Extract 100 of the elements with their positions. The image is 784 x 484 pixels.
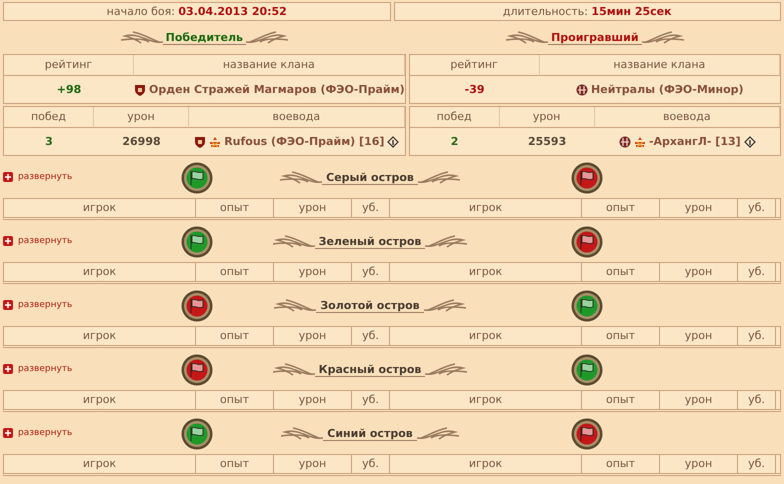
column-header: урон [274, 327, 352, 345]
emblem-icon [618, 136, 631, 148]
ornament-drawing [416, 426, 461, 442]
column-header: игрок [390, 263, 582, 281]
column-header: опыт [582, 263, 660, 281]
expand-link[interactable]: развернуть [3, 364, 72, 374]
plus-icon[interactable] [3, 236, 13, 246]
column-header: воевода [594, 107, 780, 128]
column-header: уб. [352, 455, 390, 473]
column-header: рейтинг [410, 55, 540, 76]
column-header: игрок [4, 391, 196, 409]
damage-value: 26998 [122, 135, 161, 148]
column-header: опыт [582, 199, 660, 217]
column-header: побед [410, 107, 500, 128]
column-header: опыт [196, 391, 274, 409]
column-header: урон [274, 391, 352, 409]
shield-icon [134, 84, 146, 96]
column-header: урон [660, 199, 738, 217]
ornament-drawing [425, 234, 470, 250]
column-header: воевода [189, 107, 405, 128]
emblem-icon [576, 84, 588, 96]
clan-name: Нейтралы (ФЭО-Минор) [591, 83, 744, 96]
ornament-drawing [425, 362, 470, 378]
ornament-drawing [278, 170, 322, 186]
column-header: игрок [4, 455, 196, 473]
column-header: опыт [196, 455, 274, 473]
column-header: уб. [738, 391, 776, 409]
column-header: опыт [196, 327, 274, 345]
column-header: урон [660, 327, 738, 345]
rating-value: +98 [56, 83, 82, 96]
column-header: игрок [390, 199, 582, 217]
column-header: побед [4, 107, 94, 128]
ornament-drawing [504, 30, 548, 46]
column-header: игрок [390, 391, 582, 409]
column-header: уб. [738, 263, 776, 281]
wins-value: 2 [450, 135, 458, 148]
column-header: рейтинг [4, 55, 134, 76]
expand-link[interactable]: развернуть [3, 428, 72, 438]
column-header: опыт [582, 327, 660, 345]
ornament-drawing [418, 170, 462, 186]
rating-value: -39 [464, 83, 485, 96]
damage-value: 25593 [528, 135, 566, 148]
column-header: опыт [582, 455, 660, 473]
result-title: Победитель [162, 30, 246, 44]
battle-duration-text: длительность: 15мин 25сек [394, 2, 781, 21]
column-header: урон [660, 263, 738, 281]
expand-link[interactable]: развернуть [3, 236, 72, 246]
column-header: игрок [390, 327, 582, 345]
column-header: урон [660, 455, 738, 473]
island-title: Синий остров [323, 427, 417, 441]
column-header: урон [94, 107, 189, 128]
column-header: уб. [738, 327, 776, 345]
island-title: Серый остров [322, 171, 418, 185]
column-header: уб. [352, 327, 390, 345]
column-header: игрок [4, 263, 196, 281]
column-header: название клана [540, 55, 780, 76]
expand-link[interactable]: развернуть [3, 300, 72, 310]
ornament-drawing [279, 426, 324, 442]
ornament-drawing [118, 30, 163, 46]
wins-value: 3 [45, 135, 53, 148]
ornament-drawing [270, 234, 315, 250]
column-header: урон [274, 199, 352, 217]
column-header: урон [274, 455, 352, 473]
column-header: уб. [352, 263, 390, 281]
column-header: уб. [352, 391, 390, 409]
ornament-drawing [270, 362, 315, 378]
column-header: опыт [582, 391, 660, 409]
leader-name: -АрхангЛ- [13] [648, 135, 741, 148]
plus-icon[interactable] [3, 172, 13, 182]
column-header: урон [500, 107, 595, 128]
shield-icon [194, 136, 206, 148]
ornament-drawing [642, 30, 686, 46]
column-header: игрок [390, 455, 582, 473]
island-title: Зеленый остров [314, 235, 426, 249]
island-title: Золотой остров [316, 299, 424, 313]
column-header: уб. [738, 455, 776, 473]
plus-icon[interactable] [3, 300, 13, 310]
ornament-drawing [246, 30, 290, 46]
clan-name: Орден Стражей Магмаров (ФЭО-Прайм) [149, 83, 405, 96]
leader-name: Rufous (ФЭО-Прайм) [16] [224, 135, 384, 148]
column-header: название клана [134, 55, 405, 76]
battle-start-text: начало боя: 03.04.2013 20:52 [3, 2, 390, 21]
plus-icon[interactable] [3, 428, 13, 438]
column-header: игрок [4, 199, 196, 217]
column-header: урон [660, 391, 738, 409]
column-header: уб. [738, 199, 776, 217]
info-icon[interactable] [387, 136, 400, 148]
column-header: урон [274, 263, 352, 281]
ornament-drawing [272, 298, 316, 314]
column-header: опыт [196, 199, 274, 217]
plus-icon[interactable] [3, 364, 13, 374]
result-title: Проигравший [548, 30, 642, 44]
expand-link[interactable]: развернуть [3, 172, 72, 182]
column-header: уб. [352, 199, 390, 217]
rank-insignia-icon [634, 136, 646, 148]
column-header: игрок [4, 327, 196, 345]
ornament-drawing [424, 298, 468, 314]
column-header: опыт [196, 263, 274, 281]
info-icon[interactable] [744, 136, 756, 148]
island-title: Красный остров [314, 363, 426, 377]
